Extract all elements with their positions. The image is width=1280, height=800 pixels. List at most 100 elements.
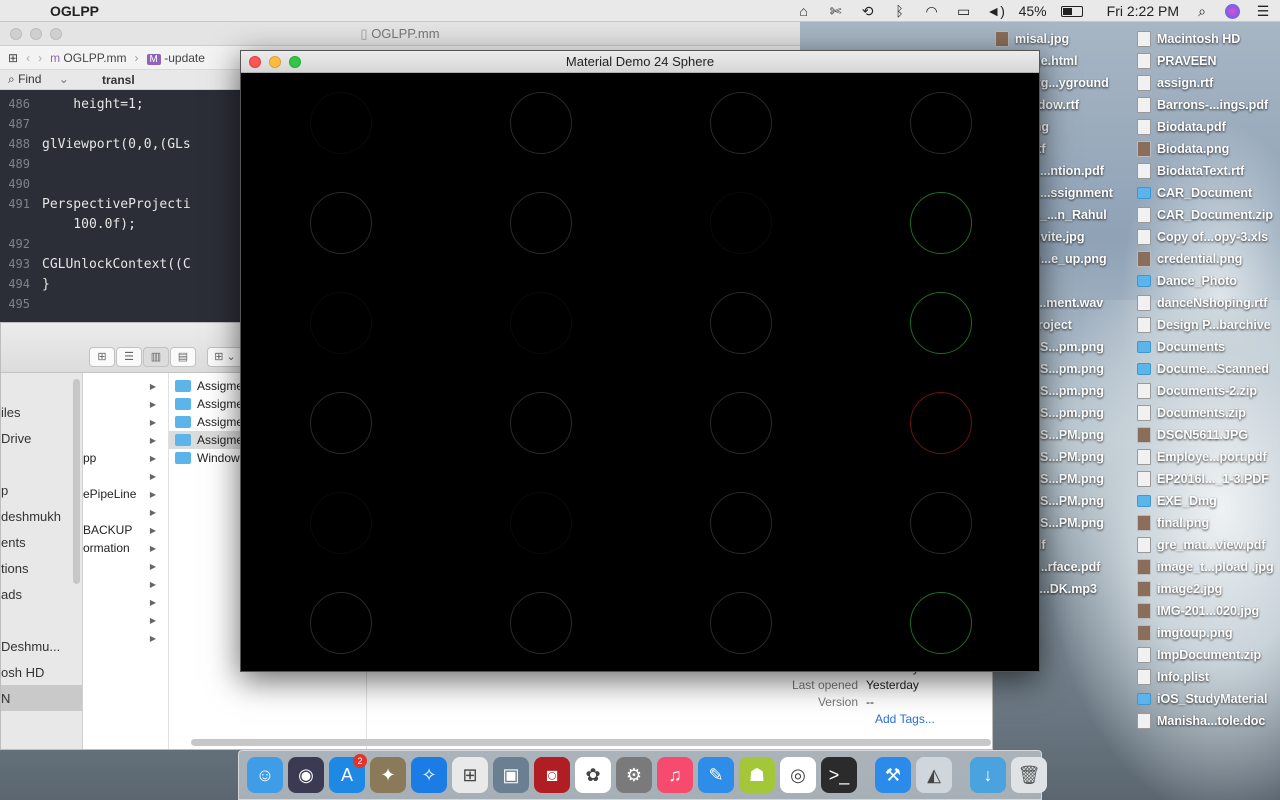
- add-tags-link[interactable]: Add Tags...: [875, 712, 991, 726]
- sidebar-item[interactable]: iles: [1, 399, 82, 425]
- desktop-item[interactable]: Documents-2.zip: [1137, 380, 1274, 402]
- arrange-button[interactable]: ⊞ ⌄: [207, 347, 243, 367]
- system-preferences-icon[interactable]: ⚙: [616, 757, 652, 793]
- android-studio-icon[interactable]: ☗: [739, 757, 775, 793]
- desktop-item[interactable]: Barrons-...ings.pdf: [1137, 94, 1274, 116]
- downloads-folder-icon[interactable]: ↓: [970, 757, 1006, 793]
- desktop-item[interactable]: Copy of...opy-3.xls: [1137, 226, 1274, 248]
- desktop-item[interactable]: CAR_Document.zip: [1137, 204, 1274, 226]
- desktop-item[interactable]: iOS_StudyMaterial: [1137, 688, 1274, 710]
- desktop-item[interactable]: IMG-201...020.jpg: [1137, 600, 1274, 622]
- siri-menu-icon[interactable]: [1225, 3, 1240, 19]
- sidebar-item[interactable]: [1, 607, 82, 633]
- menubar-clock[interactable]: Fri 2:22 PM: [1107, 3, 1179, 19]
- desktop-item[interactable]: danceNshoping.rtf: [1137, 292, 1274, 314]
- tools-icon[interactable]: ✄: [827, 3, 845, 19]
- xcode-titlebar[interactable]: ▯ OGLPP.mm: [0, 22, 800, 46]
- desktop-item[interactable]: Design P...barchive: [1137, 314, 1274, 336]
- gl-minimize-button[interactable]: [269, 56, 281, 68]
- sidebar-item[interactable]: tions: [1, 555, 82, 581]
- minimize-button[interactable]: [30, 28, 42, 40]
- desktop-item[interactable]: credential.png: [1137, 248, 1274, 270]
- desktop-item[interactable]: Biodata.png: [1137, 138, 1274, 160]
- sidebar-item[interactable]: ents: [1, 529, 82, 555]
- desktop-item[interactable]: PRAVEEN: [1137, 50, 1274, 72]
- xcode-icon[interactable]: ⚒: [875, 757, 911, 793]
- volume-icon[interactable]: ◄): [986, 3, 1005, 19]
- desktop-item[interactable]: BiodataText.rtf: [1137, 160, 1274, 182]
- chrome-icon[interactable]: ◎: [780, 757, 816, 793]
- sidebar-item[interactable]: osh HD: [1, 659, 82, 685]
- column-item[interactable]: ▶: [83, 557, 168, 575]
- siri-icon[interactable]: ◉: [288, 757, 324, 793]
- find-query-field[interactable]: transl: [102, 73, 135, 87]
- wifi-icon[interactable]: ◠: [923, 3, 941, 19]
- column-item[interactable]: pp ▶: [83, 449, 168, 467]
- instruments-icon[interactable]: ◭: [916, 757, 952, 793]
- time-machine-icon[interactable]: ⟲: [859, 3, 877, 19]
- column-item[interactable]: ▶: [83, 593, 168, 611]
- column-item[interactable]: ▶: [83, 611, 168, 629]
- gl-zoom-button[interactable]: [289, 56, 301, 68]
- desktop-item[interactable]: EXE_Dmg: [1137, 490, 1274, 512]
- gl-titlebar[interactable]: Material Demo 24 Sphere: [241, 51, 1039, 73]
- desktop-item[interactable]: Biodata.pdf: [1137, 116, 1274, 138]
- terminal-icon[interactable]: >_: [821, 757, 857, 793]
- sidebar-item[interactable]: p: [1, 477, 82, 503]
- sidebar-item[interactable]: N: [1, 685, 82, 711]
- itunes-icon[interactable]: ♫: [657, 757, 693, 793]
- desktop-item[interactable]: image_t...pload .jpg: [1137, 556, 1274, 578]
- screen-share-icon[interactable]: ⌂: [795, 3, 813, 19]
- preview-bird-icon[interactable]: ✦: [370, 757, 406, 793]
- column-item[interactable]: ▶: [83, 431, 168, 449]
- finder-icon[interactable]: ☺: [247, 757, 283, 793]
- notification-center-icon[interactable]: ☰: [1254, 3, 1272, 19]
- app-store-icon[interactable]: A2: [329, 754, 367, 793]
- column-view-button[interactable]: ▥: [143, 347, 169, 367]
- photos-icon[interactable]: ✿: [575, 757, 611, 793]
- jump-file[interactable]: m OGLPP.mm: [50, 51, 126, 65]
- desktop-item[interactable]: EP2016I..._1-3.PDF: [1137, 468, 1274, 490]
- desktop-item[interactable]: ImpDocument.zip: [1137, 644, 1274, 666]
- battery-percent[interactable]: 45%: [1019, 3, 1047, 19]
- sidebar-item[interactable]: deshmukh: [1, 503, 82, 529]
- bluetooth-icon[interactable]: ᛒ: [891, 3, 909, 19]
- desktop-item[interactable]: DSCN5611.JPG: [1137, 424, 1274, 446]
- desktop-item[interactable]: image2.jpg: [1137, 578, 1274, 600]
- desktop-item[interactable]: imgtoup.png: [1137, 622, 1274, 644]
- jump-method[interactable]: M -update: [146, 51, 205, 65]
- list-view-button[interactable]: ☰: [116, 347, 142, 367]
- column-item[interactable]: ▶: [83, 413, 168, 431]
- sidebar-item[interactable]: Deshmu...: [1, 633, 82, 659]
- desktop-item[interactable]: Docume...Scanned: [1137, 358, 1274, 380]
- launchpad-icon[interactable]: ⊞: [452, 757, 488, 793]
- image-capture-icon[interactable]: ▣: [493, 757, 529, 793]
- desktop-item[interactable]: Info.plist: [1137, 666, 1274, 688]
- desktop-item[interactable]: Employe...port.pdf: [1137, 446, 1274, 468]
- column-item[interactable]: BACKUP ▶: [83, 521, 168, 539]
- column-item[interactable]: ormation ▶: [83, 539, 168, 557]
- airplay-icon[interactable]: ▭: [955, 3, 973, 19]
- column-item[interactable]: ▶: [83, 629, 168, 647]
- desktop-item[interactable]: Manisha...tole.doc: [1137, 710, 1274, 732]
- desktop-item[interactable]: final.png: [1137, 512, 1274, 534]
- desktop-item[interactable]: Documents: [1137, 336, 1274, 358]
- horizontal-scrollbar[interactable]: [191, 739, 991, 746]
- desktop-item[interactable]: gre_mat...view.pdf: [1137, 534, 1274, 556]
- trash-icon[interactable]: 🗑: [1011, 757, 1047, 793]
- sidebar-item[interactable]: [1, 451, 82, 477]
- gl-close-button[interactable]: [249, 56, 261, 68]
- app-menu-name[interactable]: OGLPP: [50, 3, 99, 19]
- column-item[interactable]: ▶: [83, 395, 168, 413]
- forward-arrow-icon[interactable]: ›: [38, 51, 42, 65]
- related-items-icon[interactable]: ⊞: [8, 51, 18, 65]
- battery-icon[interactable]: [1060, 5, 1083, 17]
- desktop-item[interactable]: Macintosh HD: [1137, 28, 1274, 50]
- xcode-blueprint-icon[interactable]: ✎: [698, 757, 734, 793]
- cover-flow-button[interactable]: ▤: [170, 347, 196, 367]
- icon-view-button[interactable]: ⊞: [89, 347, 115, 367]
- spotlight-search-icon[interactable]: ⌕: [1193, 3, 1211, 19]
- close-button[interactable]: [10, 28, 22, 40]
- column-item[interactable]: ▶: [83, 467, 168, 485]
- sidebar-item[interactable]: ads: [1, 581, 82, 607]
